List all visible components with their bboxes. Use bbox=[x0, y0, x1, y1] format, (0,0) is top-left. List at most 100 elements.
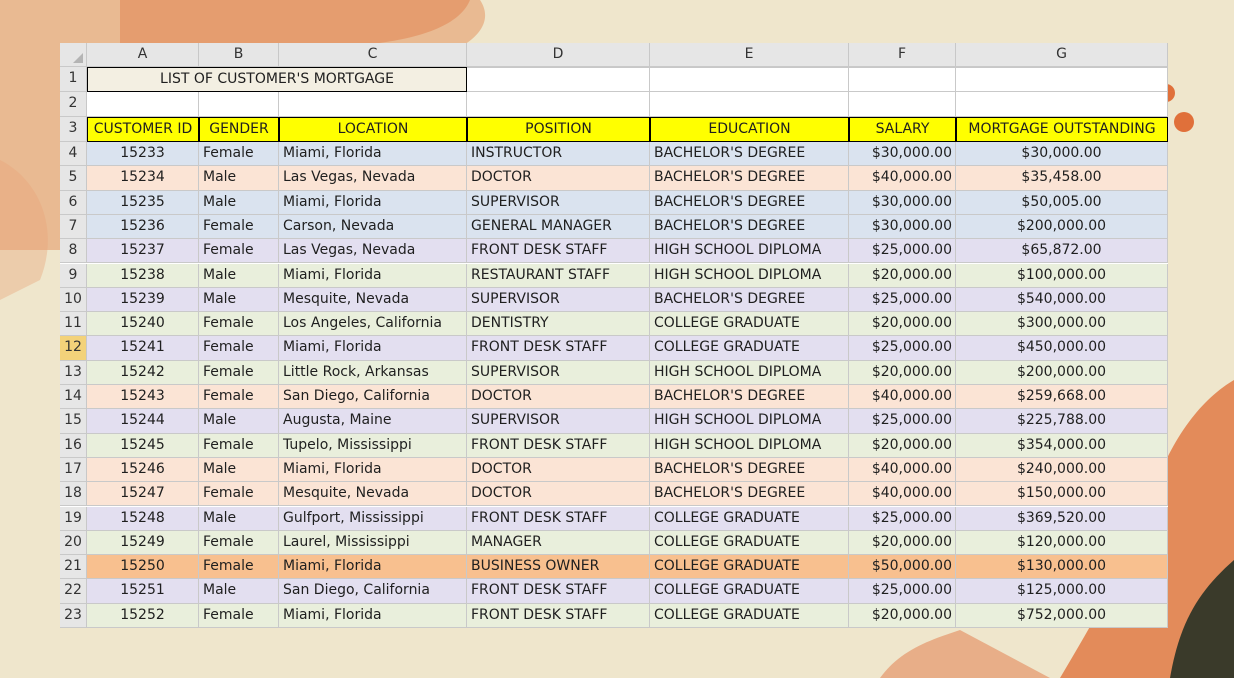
row-header[interactable]: 2 bbox=[60, 92, 87, 117]
cell-education[interactable]: BACHELOR'S DEGREE bbox=[650, 142, 849, 167]
column-header[interactable]: E bbox=[650, 43, 849, 67]
row-header[interactable]: 12 bbox=[60, 336, 87, 361]
cell-mortgage[interactable]: $540,000.00 bbox=[956, 287, 1168, 313]
cell-salary[interactable]: $30,000.00 bbox=[849, 190, 956, 215]
cell-gender[interactable]: Male bbox=[199, 287, 279, 313]
cell-education[interactable]: BACHELOR'S DEGREE bbox=[650, 287, 849, 313]
cell-education[interactable]: COLLEGE GRADUATE bbox=[650, 579, 849, 604]
cell-education[interactable]: COLLEGE GRADUATE bbox=[650, 506, 849, 531]
cell-position[interactable]: BUSINESS OWNER bbox=[467, 555, 650, 580]
cell-salary[interactable]: $20,000.00 bbox=[849, 263, 956, 288]
cell-location[interactable]: Las Vegas, Nevada bbox=[279, 166, 467, 191]
cell-position[interactable]: SUPERVISOR bbox=[467, 190, 650, 215]
cell-mortgage[interactable]: $120,000.00 bbox=[956, 530, 1168, 556]
cell-position[interactable]: FRONT DESK STAFF bbox=[467, 579, 650, 604]
cell-customer-id[interactable]: 15241 bbox=[87, 336, 199, 361]
column-header[interactable]: D bbox=[467, 43, 650, 67]
cell-salary[interactable]: $30,000.00 bbox=[849, 214, 956, 240]
cell[interactable] bbox=[467, 67, 650, 92]
cell-location[interactable]: Carson, Nevada bbox=[279, 214, 467, 240]
cell-location[interactable]: Laurel, Mississippi bbox=[279, 530, 467, 556]
cell-position[interactable]: FRONT DESK STAFF bbox=[467, 603, 650, 628]
cell-customer-id[interactable]: 15248 bbox=[87, 506, 199, 531]
cell-position[interactable]: FRONT DESK STAFF bbox=[467, 433, 650, 458]
row-header[interactable]: 13 bbox=[60, 360, 87, 385]
cell-customer-id[interactable]: 15236 bbox=[87, 214, 199, 240]
cell-gender[interactable]: Female bbox=[199, 239, 279, 264]
cell-education[interactable]: HIGH SCHOOL DIPLOMA bbox=[650, 263, 849, 288]
row-header[interactable]: 20 bbox=[60, 530, 87, 556]
row-header[interactable]: 1 bbox=[60, 67, 87, 92]
cell-salary[interactable]: $20,000.00 bbox=[849, 312, 956, 337]
cell-salary[interactable]: $20,000.00 bbox=[849, 603, 956, 628]
row-header[interactable]: 9 bbox=[60, 263, 87, 288]
cell-education[interactable]: COLLEGE GRADUATE bbox=[650, 603, 849, 628]
cell-customer-id[interactable]: 15252 bbox=[87, 603, 199, 628]
cell-education[interactable]: HIGH SCHOOL DIPLOMA bbox=[650, 409, 849, 434]
cell-mortgage[interactable]: $259,668.00 bbox=[956, 385, 1168, 410]
cell-customer-id[interactable]: 15250 bbox=[87, 555, 199, 580]
cell-gender[interactable]: Female bbox=[199, 214, 279, 240]
cell-position[interactable]: FRONT DESK STAFF bbox=[467, 336, 650, 361]
cell-gender[interactable]: Female bbox=[199, 482, 279, 507]
cell-gender[interactable]: Female bbox=[199, 142, 279, 167]
cell-mortgage[interactable]: $369,520.00 bbox=[956, 506, 1168, 531]
cell-position[interactable]: DOCTOR bbox=[467, 457, 650, 483]
cell-customer-id[interactable]: 15246 bbox=[87, 457, 199, 483]
cell-gender[interactable]: Female bbox=[199, 336, 279, 361]
cell-customer-id[interactable]: 15247 bbox=[87, 482, 199, 507]
row-header[interactable]: 14 bbox=[60, 385, 87, 410]
header-gender[interactable]: GENDER bbox=[199, 117, 279, 142]
cell-education[interactable]: COLLEGE GRADUATE bbox=[650, 312, 849, 337]
column-header[interactable]: A bbox=[87, 43, 199, 67]
cell-location[interactable]: San Diego, California bbox=[279, 385, 467, 410]
cell-mortgage[interactable]: $354,000.00 bbox=[956, 433, 1168, 458]
column-header[interactable]: G bbox=[956, 43, 1168, 67]
cell[interactable] bbox=[956, 92, 1168, 117]
cell-location[interactable]: Mesquite, Nevada bbox=[279, 287, 467, 313]
cell-gender[interactable]: Male bbox=[199, 263, 279, 288]
cell-education[interactable]: BACHELOR'S DEGREE bbox=[650, 214, 849, 240]
row-header[interactable]: 4 bbox=[60, 142, 87, 167]
cell-mortgage[interactable]: $125,000.00 bbox=[956, 579, 1168, 604]
cell-customer-id[interactable]: 15240 bbox=[87, 312, 199, 337]
cell-education[interactable]: HIGH SCHOOL DIPLOMA bbox=[650, 239, 849, 264]
cell-mortgage[interactable]: $300,000.00 bbox=[956, 312, 1168, 337]
cell-customer-id[interactable]: 15239 bbox=[87, 287, 199, 313]
cell-position[interactable]: RESTAURANT STAFF bbox=[467, 263, 650, 288]
column-header[interactable]: B bbox=[199, 43, 279, 67]
cell-location[interactable]: Miami, Florida bbox=[279, 336, 467, 361]
cell-education[interactable]: HIGH SCHOOL DIPLOMA bbox=[650, 433, 849, 458]
cell-mortgage[interactable]: $200,000.00 bbox=[956, 360, 1168, 385]
cell-salary[interactable]: $25,000.00 bbox=[849, 579, 956, 604]
cell-salary[interactable]: $20,000.00 bbox=[849, 360, 956, 385]
row-header[interactable]: 5 bbox=[60, 166, 87, 191]
cell-location[interactable]: Miami, Florida bbox=[279, 603, 467, 628]
cell-salary[interactable]: $20,000.00 bbox=[849, 530, 956, 556]
cell-salary[interactable]: $25,000.00 bbox=[849, 409, 956, 434]
cell-location[interactable]: Gulfport, Mississippi bbox=[279, 506, 467, 531]
cell-mortgage[interactable]: $100,000.00 bbox=[956, 263, 1168, 288]
row-header[interactable]: 7 bbox=[60, 214, 87, 240]
cell[interactable] bbox=[650, 92, 849, 117]
row-header[interactable]: 21 bbox=[60, 555, 87, 580]
cell-mortgage[interactable]: $50,005.00 bbox=[956, 190, 1168, 215]
cell[interactable] bbox=[279, 92, 467, 117]
cell-position[interactable]: DOCTOR bbox=[467, 385, 650, 410]
sheet-title[interactable]: LIST OF CUSTOMER'S MORTGAGE bbox=[87, 67, 467, 92]
cell-gender[interactable]: Male bbox=[199, 166, 279, 191]
cell-salary[interactable]: $20,000.00 bbox=[849, 433, 956, 458]
cell-mortgage[interactable]: $35,458.00 bbox=[956, 166, 1168, 191]
cell-salary[interactable]: $50,000.00 bbox=[849, 555, 956, 580]
header-salary[interactable]: SALARY bbox=[849, 117, 956, 142]
cell-customer-id[interactable]: 15233 bbox=[87, 142, 199, 167]
cell-mortgage[interactable]: $240,000.00 bbox=[956, 457, 1168, 483]
cell-education[interactable]: BACHELOR'S DEGREE bbox=[650, 190, 849, 215]
cell-gender[interactable]: Male bbox=[199, 506, 279, 531]
cell-position[interactable]: DENTISTRY bbox=[467, 312, 650, 337]
cell-customer-id[interactable]: 15249 bbox=[87, 530, 199, 556]
cell-salary[interactable]: $25,000.00 bbox=[849, 336, 956, 361]
cell-position[interactable]: DOCTOR bbox=[467, 166, 650, 191]
row-header[interactable]: 8 bbox=[60, 239, 87, 264]
row-header[interactable]: 18 bbox=[60, 482, 87, 507]
